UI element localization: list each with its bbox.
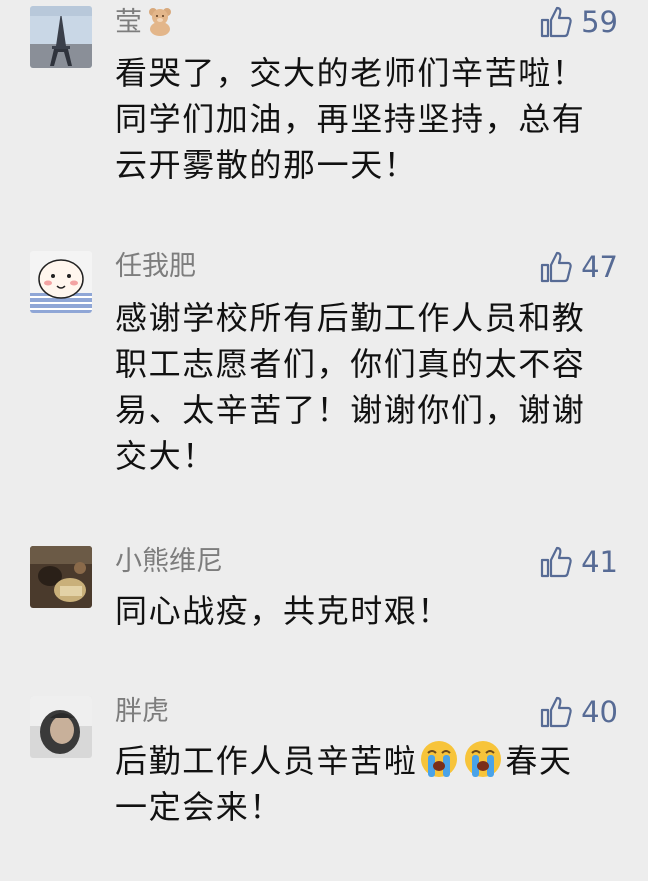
comment-item: 莹 59 看哭了，交大的老师们辛苦啦！ 同学们加油，再坚持坚持，总有 云开雾散的… bbox=[0, 0, 648, 210]
thumbs-up-icon bbox=[540, 6, 572, 38]
avatar[interactable] bbox=[30, 6, 92, 68]
avatar-photo-image bbox=[30, 696, 92, 758]
thumbs-up-icon bbox=[540, 251, 572, 283]
teddy-bear-icon bbox=[149, 8, 171, 36]
comment-text: 看哭了，交大的老师们辛苦啦！ 同学们加油，再坚持坚持，总有 云开雾散的那一天！ bbox=[115, 54, 586, 184]
loudly-crying-face-icon bbox=[421, 741, 458, 777]
avatar[interactable] bbox=[30, 251, 92, 313]
comment-text-segment: 春天 bbox=[505, 742, 573, 780]
comment-item: 胖虎 40 后勤工作人员辛苦啦 春天 一定会来！ bbox=[0, 690, 648, 850]
username[interactable]: 小熊维尼 bbox=[115, 546, 223, 578]
username[interactable]: 莹 bbox=[115, 6, 174, 39]
like-button[interactable]: 40 bbox=[539, 694, 618, 730]
avatar-cartoon-face-image bbox=[30, 251, 92, 313]
comment-text: 后勤工作人员辛苦啦 春天 一定会来！ bbox=[115, 738, 615, 830]
avatar[interactable] bbox=[30, 696, 92, 758]
loudly-crying-face-icon bbox=[465, 741, 502, 777]
like-count: 41 bbox=[581, 545, 618, 579]
like-button[interactable]: 59 bbox=[539, 4, 618, 40]
like-button[interactable]: 47 bbox=[539, 249, 618, 285]
comment-text: 感谢学校所有后勤工作人员和教 职工志愿者们，你们真的太不容 易、太辛苦了！谢谢你… bbox=[115, 299, 586, 475]
comment-text: 同心战疫，共克时艰！ bbox=[115, 592, 452, 630]
like-button[interactable]: 41 bbox=[539, 544, 618, 580]
avatar-photo-image bbox=[30, 546, 92, 608]
avatar-eiffel-tower-image bbox=[30, 6, 92, 68]
username[interactable]: 胖虎 bbox=[115, 696, 169, 728]
comment-item: 任我肥 47 感谢学校所有后勤工作人员和教 职工志愿者们，你们真的太不容 易、太… bbox=[0, 245, 648, 505]
username[interactable]: 任我肥 bbox=[115, 251, 196, 283]
thumbs-up-icon bbox=[540, 696, 572, 728]
thumbs-up-icon bbox=[540, 546, 572, 578]
comment-item: 小熊维尼 41 同心战疫，共克时艰！ bbox=[0, 540, 648, 650]
avatar[interactable] bbox=[30, 546, 92, 608]
like-count: 59 bbox=[581, 5, 618, 39]
comment-text-segment: 后勤工作人员辛苦啦 bbox=[115, 742, 418, 780]
like-count: 47 bbox=[581, 250, 618, 284]
like-count: 40 bbox=[581, 695, 618, 729]
